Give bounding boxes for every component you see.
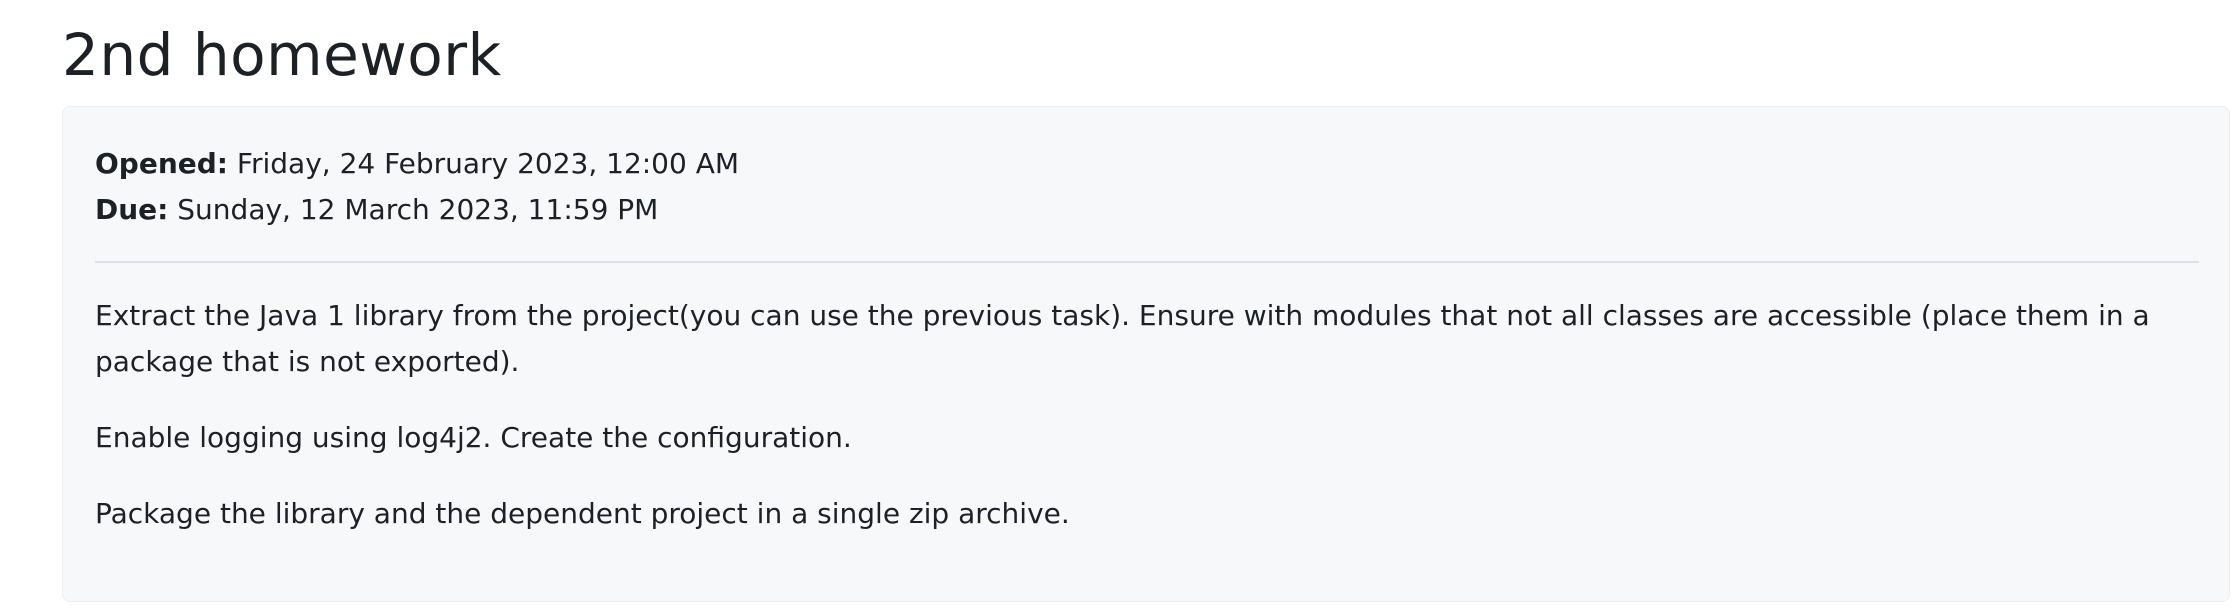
activity-description: Extract the Java 1 library from the proj… xyxy=(95,293,2205,567)
opened-value: Friday, 24 February 2023, 12:00 AM xyxy=(228,147,740,180)
description-paragraph: Package the library and the dependent pr… xyxy=(95,497,1070,530)
opened-label: Opened: xyxy=(95,147,228,180)
page-title: 2nd homework xyxy=(62,21,502,89)
due-label: Due: xyxy=(95,193,169,226)
activity-card: Opened: Friday, 24 February 2023, 12:00 … xyxy=(62,106,2230,602)
description-paragraph: Enable logging using log4j2. Create the … xyxy=(95,421,852,454)
due-date: Due: Sunday, 12 March 2023, 11:59 PM xyxy=(95,187,739,233)
activity-dates: Opened: Friday, 24 February 2023, 12:00 … xyxy=(95,141,739,233)
due-value: Sunday, 12 March 2023, 11:59 PM xyxy=(168,193,659,226)
opened-date: Opened: Friday, 24 February 2023, 12:00 … xyxy=(95,141,739,187)
divider xyxy=(95,261,2199,263)
description-paragraph: Extract the Java 1 library from the proj… xyxy=(95,299,2150,378)
